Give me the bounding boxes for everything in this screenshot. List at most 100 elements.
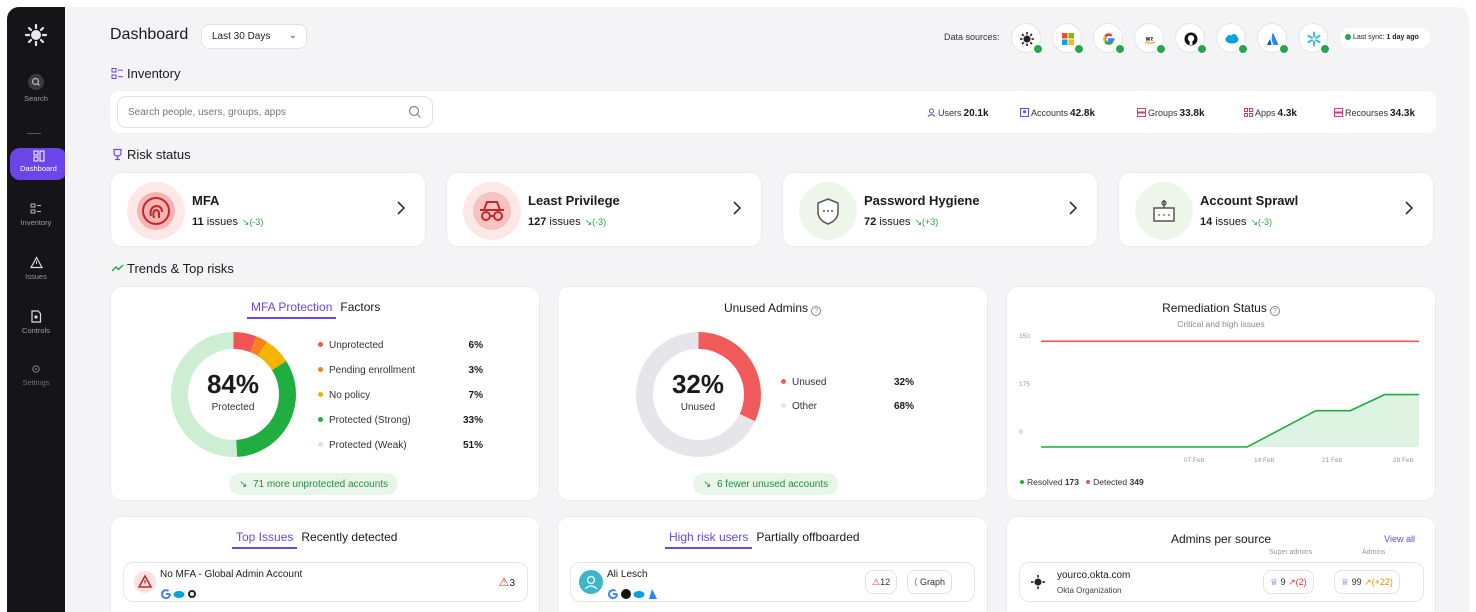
super-admins-delta-value: (2): [1295, 577, 1307, 587]
risk-card-least-privilege[interactable]: Least Privilege 127 issues ↘(-3): [446, 172, 762, 247]
x-tick: 21 Feb: [1322, 457, 1343, 464]
tab-mfa-protection[interactable]: MFA Protection: [247, 300, 337, 319]
chevron-down-icon: ⌄: [288, 30, 297, 41]
shield-icon: [799, 182, 857, 240]
last-sync-value: 1 day ago: [1386, 34, 1419, 41]
date-range-select[interactable]: Last 30 Days ⌄: [201, 24, 307, 49]
source-aws[interactable]: [1134, 23, 1166, 54]
source-atlassian[interactable]: [1257, 23, 1289, 54]
admins-badge[interactable]: ♕ 99 ↗(+22): [1334, 570, 1400, 594]
stat-groups-value: 33.8k: [1179, 108, 1205, 119]
source-snowflake[interactable]: [1298, 23, 1330, 54]
tab-factors[interactable]: Factors: [336, 300, 384, 317]
google-icon: [161, 588, 172, 599]
gear-icon: [32, 365, 40, 373]
risk-delta: ↘(-3): [584, 217, 607, 227]
unused-trend-pill[interactable]: ↘ 6 fewer unused accounts: [693, 473, 839, 495]
user-issue-count[interactable]: ⚠12: [865, 570, 898, 594]
legend-dot: [318, 417, 323, 422]
help-icon[interactable]: ?: [811, 306, 822, 316]
admins-delta: ↗(+22): [1364, 577, 1393, 587]
stat-resources[interactable]: Recourses 34.3k: [1334, 108, 1415, 119]
risk-card-mfa[interactable]: MFA 11 issues ↘(-3): [110, 172, 426, 247]
remediation-chart-series: [1041, 340, 1419, 448]
stat-groups[interactable]: Groups 33.8k: [1137, 108, 1205, 119]
nav-controls[interactable]: Controls: [7, 310, 65, 335]
nav-search[interactable]: Search: [7, 73, 65, 103]
nav-issues-label: Issues: [25, 272, 47, 281]
legend-label: Other: [792, 401, 818, 412]
user-row[interactable]: Ali Lesch ⚠12 ⟨ Graph: [570, 562, 975, 602]
search-input[interactable]: Search people, users, groups, apps: [117, 96, 433, 128]
nav-inventory[interactable]: Inventory: [7, 203, 65, 227]
source-microsoft[interactable]: [1052, 23, 1084, 54]
legend-detected-value: 349: [1129, 477, 1144, 487]
tab-recently-detected[interactable]: Recently detected: [297, 530, 401, 547]
nav-issues[interactable]: Issues: [7, 256, 65, 281]
legend-protected-strong: Protected (Strong): [318, 415, 411, 426]
source-okta[interactable]: [1011, 23, 1043, 54]
nav-dashboard[interactable]: Dashboard: [10, 148, 67, 180]
tab-top-issues[interactable]: Top Issues: [232, 530, 298, 549]
tab-partially-offboarded[interactable]: Partially offboarded: [752, 530, 863, 547]
apps-icon: [1244, 108, 1253, 117]
warning-icon: [134, 571, 156, 593]
nav-settings[interactable]: Settings: [7, 363, 65, 387]
mfa-trend-pill[interactable]: ↘ 71 more unprotected accounts: [229, 473, 399, 495]
stat-users[interactable]: Users 20.1k: [927, 108, 989, 119]
legend-label: Protected (Strong): [329, 415, 411, 426]
risk-card-password-hygiene[interactable]: Password Hygiene 72 issues ↘(+3): [782, 172, 1098, 247]
unused-center-value: 32%: [671, 369, 725, 399]
avatar: [579, 570, 603, 594]
help-icon[interactable]: ?: [1269, 306, 1280, 316]
nav-search-label: Search: [24, 94, 48, 103]
account-icon: [1020, 108, 1029, 117]
issue-row[interactable]: No MFA - Global Admin Account ⚠3: [123, 562, 528, 602]
stat-apps[interactable]: Apps 4.3k: [1244, 108, 1297, 119]
remediation-title-row: Remediation Status?: [1007, 301, 1435, 316]
remediation-subtitle: Critical and high issues: [1177, 319, 1265, 329]
source-row[interactable]: yourco.okta.com Okta Organization ♕ 9 ↗(…: [1019, 562, 1424, 602]
risk-issues: 127 issues ↘(-3): [528, 216, 606, 228]
okta-icon: [1031, 575, 1045, 589]
admins-title: Admins per source: [1170, 532, 1272, 546]
stat-resources-label: Recourses: [1345, 108, 1389, 118]
risk-heading: Risk status: [111, 147, 191, 162]
graph-button[interactable]: ⟨ Graph: [907, 570, 953, 594]
legend-pct: 51%: [462, 440, 483, 451]
issue-count: ⚠3: [499, 575, 515, 589]
users-tabs: High risk users Partially offboarded: [665, 530, 864, 549]
super-admins-badge[interactable]: ♕ 9 ↗(2): [1263, 570, 1314, 594]
view-all-link[interactable]: View all: [1384, 534, 1415, 544]
high-risk-users-panel: High risk users Partially offboarded Ali …: [557, 516, 988, 612]
nav-settings-label: Settings: [22, 378, 50, 387]
nav-controls-label: Controls: [22, 326, 50, 335]
source-salesforce[interactable]: [1216, 23, 1248, 54]
stat-users-value: 20.1k: [963, 108, 989, 119]
risk-issues-word: issues: [879, 216, 911, 228]
source-github[interactable]: [1175, 23, 1207, 54]
snowflake-icon: [1307, 31, 1321, 47]
legend-label: No policy: [329, 390, 371, 401]
search-placeholder: Search people, users, groups, apps: [128, 107, 286, 118]
warning-icon: [29, 256, 43, 269]
chevron-right-icon: [397, 201, 406, 215]
stat-resources-value: 34.3k: [1390, 108, 1416, 119]
source-google[interactable]: [1093, 23, 1125, 54]
stat-accounts[interactable]: Accounts 42.8k: [1020, 108, 1095, 119]
col-super-admins: Super admins: [1269, 549, 1313, 556]
unused-title: Unused Admins: [723, 301, 809, 315]
salesforce-icon: [173, 590, 185, 598]
source-connected-badge: [1156, 44, 1166, 54]
legend-dot: [1086, 480, 1091, 484]
okta-icon: [188, 589, 196, 598]
page-title: Dashboard: [110, 26, 189, 43]
unused-title-row: Unused Admins?: [558, 301, 987, 316]
risk-delta-value: (-3): [592, 217, 607, 227]
microsoft-icon: [1062, 33, 1074, 45]
tab-high-risk-users[interactable]: High risk users: [665, 530, 753, 549]
source-name: yourco.okta.com: [1057, 570, 1131, 581]
risk-card-account-sprawl[interactable]: Account Sprawl 14 issues ↘(-3): [1118, 172, 1434, 247]
source-connected-badge: [1197, 44, 1207, 54]
inventory-heading: Inventory: [111, 66, 180, 81]
